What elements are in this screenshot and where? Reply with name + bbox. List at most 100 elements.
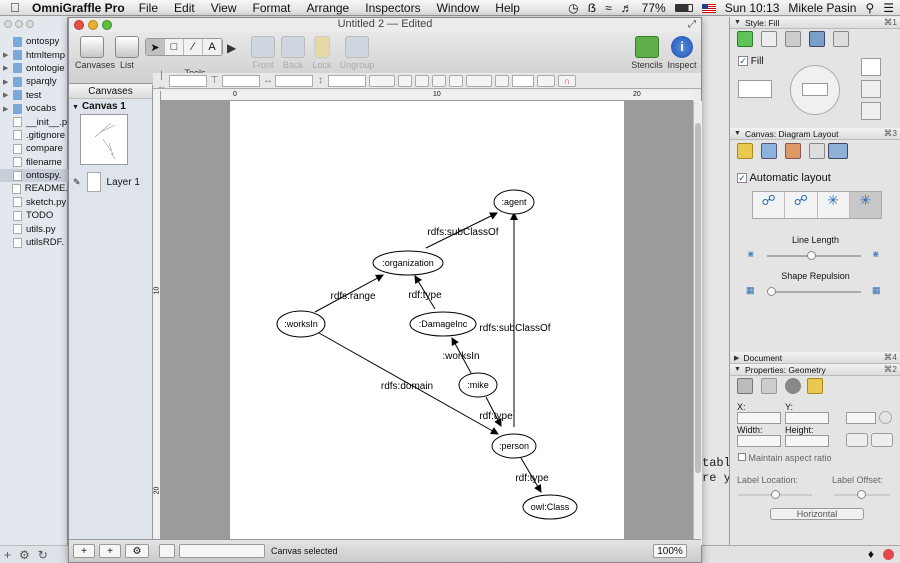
geometry-height-field[interactable] [785, 435, 829, 447]
diagram[interactable]: :agent :organization :worksIn :DamageInc… [230, 101, 624, 545]
aspect-ratio-checkbox[interactable] [738, 453, 746, 461]
shadow-tab-icon[interactable] [785, 31, 801, 47]
input-source-flag-icon[interactable] [701, 3, 716, 13]
image-tab-icon[interactable] [809, 31, 825, 47]
selection-tool-icon[interactable]: ➤ [146, 39, 165, 55]
auto-layout-row[interactable]: ✓ Automatic layout [737, 172, 831, 184]
stencils-toolbar-button[interactable]: Stencils [631, 36, 663, 70]
disclosure-triangle-icon[interactable]: ▼ [72, 104, 79, 111]
file-list-item[interactable]: .gitignore [0, 129, 68, 142]
time-machine-icon[interactable]: ◷ [568, 1, 578, 15]
geometry-x-field[interactable] [737, 412, 781, 424]
radial-layout-icon[interactable]: ✳ [818, 192, 850, 218]
file-list-item[interactable]: ▶ htmltemp [0, 48, 68, 61]
line-length-knob[interactable] [807, 251, 816, 260]
rotation-dial[interactable] [879, 411, 892, 424]
shape-tool-icon[interactable]: □ [165, 39, 184, 55]
user-name[interactable]: Mikele Pasin [788, 1, 856, 15]
file-list-item[interactable]: ▶ ontologie [0, 62, 68, 75]
rotation-field[interactable] [846, 412, 876, 424]
action-gear-icon[interactable]: ⚙ [19, 548, 30, 562]
rotate-button[interactable] [449, 74, 463, 87]
add-canvas-button[interactable]: + [73, 544, 95, 558]
menu-window[interactable]: Window [437, 1, 480, 15]
zoom-button[interactable] [102, 20, 112, 30]
line-tool-icon[interactable]: ∕ [184, 39, 203, 55]
height-field[interactable] [328, 74, 366, 87]
canvas-thumbnail[interactable] [80, 114, 128, 165]
layer-row[interactable]: ✎ Layer 1 [73, 172, 140, 192]
layout-tab-icon-4[interactable] [809, 143, 825, 159]
menu-format[interactable]: Format [253, 1, 291, 15]
label-offset-knob[interactable] [857, 490, 866, 499]
disclosure-triangle-icon[interactable]: ▶ [3, 51, 13, 59]
text-tool-icon[interactable]: A [203, 39, 222, 55]
force-directed-layout-icon[interactable]: ✳ [849, 192, 881, 218]
align-left-button[interactable] [398, 74, 412, 87]
magnet-icon[interactable]: ∩ [558, 74, 576, 87]
flip-horizontal-button[interactable] [846, 433, 868, 447]
menu-arrange[interactable]: Arrange [307, 1, 350, 15]
more-tools-icon[interactable]: ▶ [227, 41, 236, 55]
menu-help[interactable]: Help [495, 1, 520, 15]
add-icon[interactable]: + [4, 548, 11, 562]
hierarchical-layout-icon[interactable]: ☍ [753, 192, 786, 218]
back-toolbar-button[interactable]: Back [281, 36, 305, 70]
node-owl-class[interactable]: owl:Class [522, 494, 578, 520]
canvas-area[interactable]: :agent :organization :worksIn :DamageInc… [161, 101, 693, 545]
file-list-item[interactable]: sketch.py [0, 196, 68, 209]
menu-inspectors[interactable]: Inspectors [365, 1, 420, 15]
shape-repulsion-knob[interactable] [767, 287, 776, 296]
geometry-y-field[interactable] [785, 412, 829, 424]
stroke-width-field[interactable] [512, 74, 534, 87]
fill-tab-icon[interactable] [737, 31, 753, 47]
shape-repulsion-slider[interactable] [767, 287, 861, 296]
wifi-icon[interactable]: ≈ [605, 1, 612, 15]
notification-list-icon[interactable]: ☰ [883, 1, 894, 15]
app-menu[interactable]: OmniGraffle Pro [32, 1, 125, 15]
menu-file[interactable]: File [139, 1, 158, 15]
align-center-button[interactable] [415, 74, 429, 87]
scroll-thumb[interactable] [695, 123, 701, 473]
note-tab-icon[interactable] [807, 378, 823, 394]
stroke-tab-icon[interactable] [761, 31, 777, 47]
connections-tab-icon[interactable] [785, 378, 801, 394]
style-fill-header[interactable]: ▼ Style: Fill ⌘1 [730, 17, 900, 29]
node-agent[interactable]: :agent [493, 189, 535, 215]
auto-layout-checkbox[interactable]: ✓ [737, 173, 747, 183]
inspect-toolbar-button[interactable]: i Inspect [667, 36, 697, 70]
layout-tab-icon-3[interactable] [785, 143, 801, 159]
fullscreen-icon[interactable]: ⤢ [688, 18, 696, 31]
pencil-icon[interactable]: ✎ [73, 177, 81, 188]
vertical-scrollbar[interactable] [693, 101, 702, 545]
disclosure-triangle-icon[interactable]: ▶ [3, 78, 13, 86]
line-style-popup[interactable] [369, 74, 395, 87]
spotlight-search-icon[interactable]: ⚲ [865, 1, 874, 15]
refresh-icon[interactable]: ↻ [38, 548, 48, 562]
add-layer-button[interactable]: + [99, 544, 121, 558]
file-list-item[interactable]: utils.py [0, 222, 68, 235]
aspect-ratio-row[interactable]: Maintain aspect ratio [738, 453, 832, 463]
layout-tab-icon-5[interactable] [828, 143, 848, 159]
apple-menu-icon[interactable]:  [10, 0, 24, 15]
label-offset-slider[interactable] [834, 490, 890, 499]
battery-percent[interactable]: 77% [642, 1, 666, 15]
lock-toolbar-button[interactable]: Lock [311, 36, 333, 70]
file-list-item[interactable]: ▶ vocabs [0, 102, 68, 115]
flip-vertical-button[interactable] [871, 433, 893, 447]
geometry-header[interactable]: ▼ Properties: Geometry ⌘2 [730, 364, 900, 376]
file-list-item[interactable]: filename [0, 156, 68, 169]
minimize-button[interactable] [88, 20, 98, 30]
menu-view[interactable]: View [211, 1, 237, 15]
canvas-page[interactable]: :agent :organization :worksIn :DamageInc… [230, 101, 624, 545]
tree-layout-icon[interactable]: ☍ [785, 192, 818, 218]
bluetooth-icon[interactable]: ẞ [588, 1, 596, 15]
document-header[interactable]: ▶ Document ⌘4 [730, 352, 900, 364]
geometry-width-field[interactable] [737, 435, 781, 447]
battery-icon[interactable] [674, 4, 693, 12]
align-right-button[interactable] [432, 74, 446, 87]
file-list-item[interactable]: compare [0, 142, 68, 155]
fill-checkbox-row[interactable]: ✓ Fill [738, 56, 764, 67]
canvas-row[interactable]: ▼ Canvas 1 [69, 101, 152, 114]
lines-tab-icon[interactable] [761, 378, 777, 394]
